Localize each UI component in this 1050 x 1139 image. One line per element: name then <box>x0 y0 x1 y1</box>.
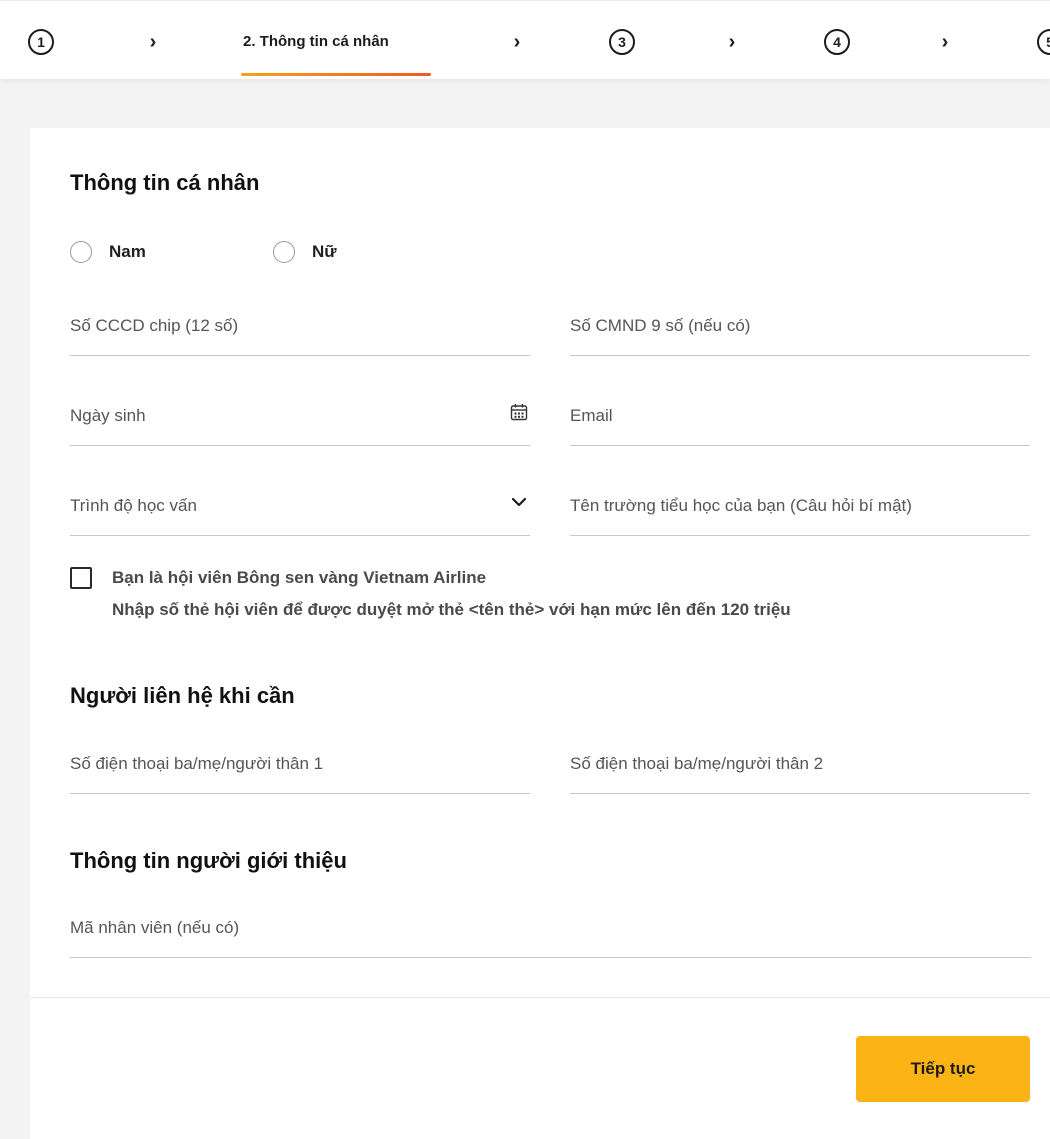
section-title-emergency: Người liên hệ khi cần <box>70 683 295 708</box>
continue-button[interactable]: Tiếp tục <box>856 1036 1030 1102</box>
active-step-indicator <box>241 73 431 76</box>
chevron-right-icon: › <box>149 31 157 53</box>
birthday-field[interactable]: Ngày sinh <box>70 396 530 446</box>
phone2-label: Số điện thoại ba/mẹ/người thân 2 <box>570 754 824 773</box>
chevron-right-icon: › <box>513 31 521 53</box>
employee-code-label: Mã nhân viên (nếu có) <box>70 918 240 937</box>
step-3[interactable]: 3 <box>609 29 635 55</box>
phone2-field[interactable]: Số điện thoại ba/mẹ/người thân 2 <box>570 744 1030 794</box>
step-5[interactable]: 5 <box>1037 29 1050 55</box>
stepper: 1 › 2. Thông tin cá nhân › 3 › 4 › 5 <box>0 0 1050 79</box>
page: 1 › 2. Thông tin cá nhân › 3 › 4 › 5 Thô… <box>0 0 1050 1139</box>
membership-title: Bạn là hội viên Bông sen vàng Vietnam Ai… <box>112 568 487 587</box>
email-field[interactable]: Email <box>570 396 1030 446</box>
radio-circle-icon <box>273 241 295 263</box>
chevron-right-icon: › <box>728 31 736 53</box>
security-question-field[interactable]: Tên trường tiểu học của bạn (Câu hỏi bí … <box>570 486 1030 536</box>
education-select[interactable]: Trình độ học vấn <box>70 486 530 536</box>
form-card: Thông tin cá nhân Nam Nữ Số CCCD chip (1… <box>30 128 1050 1139</box>
email-label: Email <box>570 406 613 425</box>
radio-label-female: Nữ <box>312 242 337 261</box>
radio-circle-icon <box>70 241 92 263</box>
security-question-label: Tên trường tiểu học của bạn (Câu hỏi bí … <box>570 496 912 515</box>
footer-divider <box>30 997 1050 998</box>
membership-checkbox[interactable] <box>70 567 92 589</box>
chevron-down-icon[interactable] <box>510 493 530 515</box>
education-label: Trình độ học vấn <box>70 496 197 515</box>
phone1-field[interactable]: Số điện thoại ba/mẹ/người thân 1 <box>70 744 530 794</box>
step-4[interactable]: 4 <box>824 29 850 55</box>
membership-description: Nhập số thẻ hội viên để được duyệt mở th… <box>112 600 791 619</box>
chevron-right-icon: › <box>941 31 949 53</box>
cccd-field[interactable]: Số CCCD chip (12 số) <box>70 306 530 356</box>
cccd-label: Số CCCD chip (12 số) <box>70 316 239 335</box>
calendar-icon[interactable] <box>510 403 530 425</box>
cmnd-label: Số CMND 9 số (nếu có) <box>570 316 751 335</box>
radio-label-male: Nam <box>109 242 146 261</box>
gender-radio-female[interactable]: Nữ <box>273 239 337 265</box>
section-title-personal: Thông tin cá nhân <box>70 170 260 195</box>
step-1[interactable]: 1 <box>28 29 54 55</box>
gender-radio-male[interactable]: Nam <box>70 239 146 265</box>
employee-code-field[interactable]: Mã nhân viên (nếu có) <box>70 908 1031 958</box>
phone1-label: Số điện thoại ba/mẹ/người thân 1 <box>70 754 324 773</box>
cmnd-field[interactable]: Số CMND 9 số (nếu có) <box>570 306 1030 356</box>
section-title-referrer: Thông tin người giới thiệu <box>70 848 347 873</box>
birthday-label: Ngày sinh <box>70 406 146 425</box>
step-2-active[interactable]: 2. Thông tin cá nhân <box>243 31 389 53</box>
